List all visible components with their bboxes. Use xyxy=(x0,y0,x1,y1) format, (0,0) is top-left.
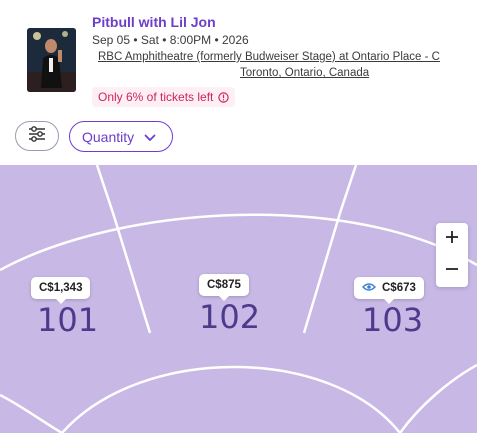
tickets-left-badge: Only 6% of tickets left xyxy=(92,87,236,107)
plus-icon xyxy=(445,230,459,249)
zoom-in-button[interactable] xyxy=(436,223,468,255)
filter-button[interactable] xyxy=(15,121,59,151)
section-103-price-tag[interactable]: C$673 xyxy=(354,277,424,304)
event-title[interactable]: Pitbull with Lil Jon xyxy=(92,14,216,30)
event-header: Pitbull with Lil Jon Sep 05 • Sat • 8:00… xyxy=(0,0,480,165)
quantity-dropdown[interactable]: Quantity xyxy=(69,121,173,152)
city-link[interactable]: Toronto, Ontario, Canada xyxy=(240,67,369,79)
section-101-price-tag[interactable]: C$1,343 xyxy=(31,277,91,304)
zoom-controls xyxy=(436,223,468,287)
section-103-price: C$673 xyxy=(382,282,416,294)
section-103-number[interactable]: 103 xyxy=(362,301,423,339)
venue-link[interactable]: RBC Amphitheatre (formerly Budweiser Sta… xyxy=(98,51,480,63)
minus-icon xyxy=(445,262,459,281)
section-102-price: C$875 xyxy=(207,279,241,291)
eye-icon xyxy=(362,282,376,295)
zoom-out-button[interactable] xyxy=(436,255,468,287)
event-thumbnail[interactable] xyxy=(27,28,76,92)
tickets-left-text: Only 6% of tickets left xyxy=(98,90,214,104)
info-icon[interactable] xyxy=(218,91,230,103)
section-102-number[interactable]: 102 xyxy=(199,298,260,336)
section-102-price-tag[interactable]: C$875 xyxy=(199,274,249,301)
quantity-label: Quantity xyxy=(82,128,135,145)
section-101-price: C$1,343 xyxy=(39,282,83,294)
chevron-down-icon xyxy=(144,129,156,145)
section-101-number[interactable]: 101 xyxy=(37,301,98,339)
filter-icon xyxy=(28,125,46,147)
event-date: Sep 05 • Sat • 8:00PM • 2026 xyxy=(92,33,249,47)
